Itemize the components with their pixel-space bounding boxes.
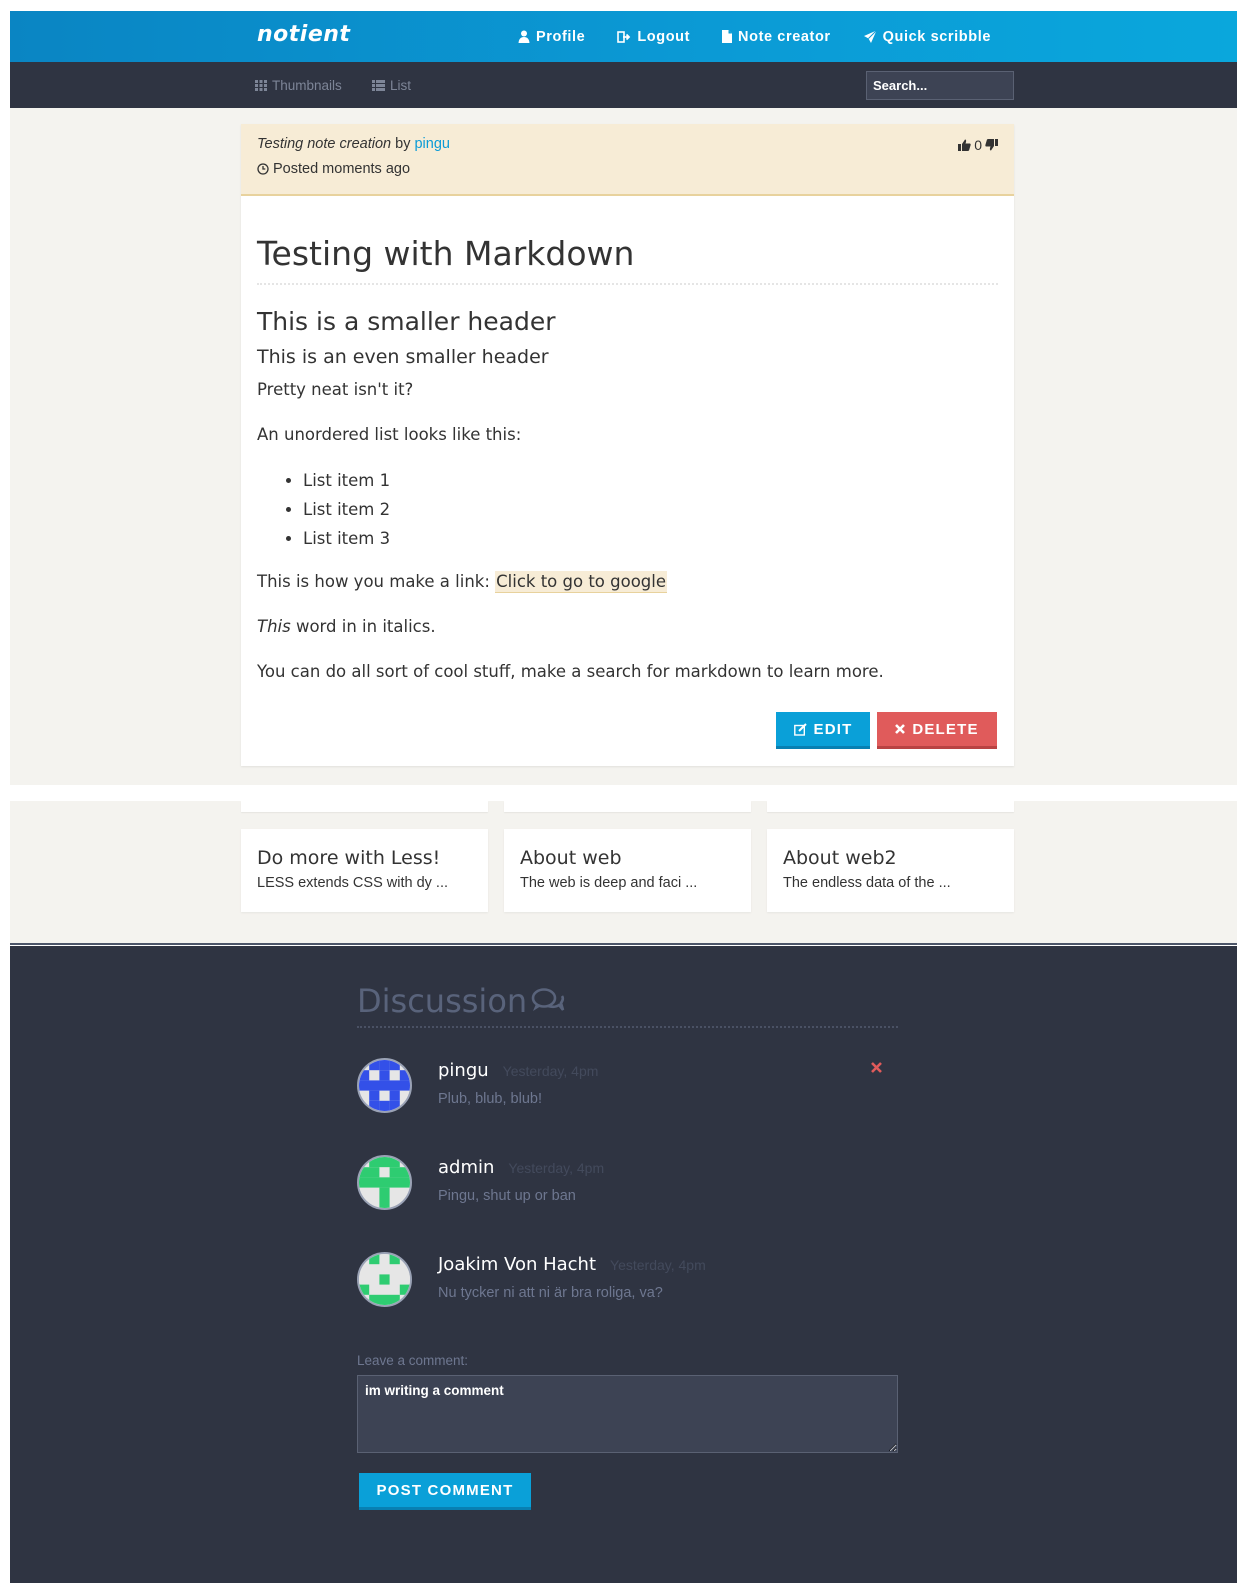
note-paragraph: Pretty neat isn't it? bbox=[257, 380, 414, 399]
note-title: Testing note creation bbox=[257, 136, 392, 152]
nav-logout-label: Logout bbox=[637, 28, 691, 45]
thumbs-down-icon[interactable] bbox=[985, 139, 998, 151]
comment-author-name: Joakim Von Hacht bbox=[438, 1254, 597, 1275]
related-note-card[interactable]: About web2 The endless data of the ... bbox=[767, 829, 1014, 912]
post-comment-button[interactable]: POST COMMENT bbox=[359, 1473, 531, 1510]
avatar bbox=[357, 1252, 412, 1307]
comment-author: Joakim Von Hacht Yesterday, 4pm bbox=[438, 1254, 706, 1275]
delete-button[interactable]: DELETE bbox=[877, 712, 997, 749]
nav-quick-scribble-label: Quick scribble bbox=[882, 28, 991, 45]
related-note-title: About web bbox=[520, 847, 622, 869]
discussion-section: Discussion pingu Yesterday, 4pm Plub, bl… bbox=[10, 946, 1237, 1583]
note-by: by bbox=[395, 136, 411, 152]
delete-label: DELETE bbox=[912, 720, 979, 738]
nav-profile-label: Profile bbox=[536, 28, 586, 45]
avatar bbox=[357, 1058, 412, 1113]
italic-rest: word in in italics. bbox=[290, 617, 436, 636]
google-link[interactable]: Click to go to google bbox=[495, 571, 668, 593]
search-input[interactable] bbox=[866, 71, 1014, 100]
rocket-icon bbox=[863, 29, 877, 43]
note-author-link[interactable]: pingu bbox=[414, 136, 449, 152]
list-item: List item 3 bbox=[303, 524, 998, 553]
edit-button[interactable]: EDIT bbox=[776, 712, 870, 749]
edit-label: EDIT bbox=[813, 720, 853, 738]
related-note-card[interactable]: About web The web is deep and faci ... bbox=[504, 829, 751, 912]
comment-author-name: admin bbox=[438, 1157, 495, 1178]
note-link-paragraph: This is how you make a link: Click to go… bbox=[257, 571, 998, 593]
view-list-toggle[interactable]: List bbox=[372, 62, 411, 108]
discussion-title: Discussion bbox=[357, 982, 898, 1028]
note-italic-paragraph: This word in in italics. bbox=[257, 616, 998, 638]
comment: Joakim Von Hacht Yesterday, 4pm Nu tycke… bbox=[357, 1252, 898, 1312]
note-list: List item 1 List item 2 List item 3 bbox=[303, 466, 998, 553]
related-card-edge bbox=[504, 801, 751, 812]
comment-author: admin Yesterday, 4pm bbox=[438, 1157, 604, 1178]
note-heading-1: Testing with Markdown bbox=[257, 234, 998, 285]
vote-box: 0 bbox=[958, 137, 998, 153]
note-paragraph: You can do all sort of cool stuff, make … bbox=[257, 662, 884, 681]
brand-logo[interactable]: notient bbox=[257, 22, 350, 47]
avatar bbox=[357, 1155, 412, 1210]
related-note-excerpt: The endless data of the ... bbox=[783, 875, 951, 891]
logout-icon bbox=[617, 30, 631, 43]
link-prefix: This is how you make a link: bbox=[257, 572, 496, 591]
related-note-excerpt: The web is deep and faci ... bbox=[520, 875, 698, 891]
vote-count: 0 bbox=[974, 137, 982, 153]
related-note-title: Do more with Less! bbox=[257, 847, 441, 869]
delete-comment-icon[interactable] bbox=[871, 1062, 882, 1073]
comment-text: Nu tycker ni att ni är bra roliga, va? bbox=[438, 1285, 663, 1301]
comment: pingu Yesterday, 4pm Plub, blub, blub! bbox=[357, 1058, 898, 1118]
nav-logout[interactable]: Logout bbox=[617, 29, 690, 45]
nav-note-creator[interactable]: Note creator bbox=[722, 29, 831, 45]
top-navbar: notient Profile Logout Note creator Quic… bbox=[10, 11, 1237, 62]
italic-word: This bbox=[257, 617, 291, 636]
main-nav: Profile Logout Note creator Quick scribb… bbox=[518, 11, 1023, 62]
note-body: Testing with Markdown This is a smaller … bbox=[241, 196, 1014, 683]
nav-profile[interactable]: Profile bbox=[518, 29, 585, 45]
nav-quick-scribble[interactable]: Quick scribble bbox=[863, 29, 991, 45]
edit-icon bbox=[793, 722, 807, 736]
related-card-edge bbox=[241, 801, 488, 812]
note-header: Testing note creation by pingu Posted mo… bbox=[241, 124, 1014, 196]
view-thumbnails-label: Thumbnails bbox=[272, 77, 342, 93]
close-icon bbox=[895, 724, 906, 734]
view-list-label: List bbox=[390, 77, 412, 93]
clock-icon bbox=[257, 163, 269, 175]
comment-time: Yesterday, 4pm bbox=[508, 1160, 605, 1176]
note-paragraph: An unordered list looks like this: bbox=[257, 425, 522, 444]
comment-author: pingu Yesterday, 4pm bbox=[438, 1060, 598, 1081]
file-icon bbox=[722, 30, 733, 43]
comment-textarea[interactable]: im writing a comment bbox=[357, 1375, 898, 1453]
grid-icon bbox=[255, 79, 267, 91]
view-thumbnails-toggle[interactable]: Thumbnails bbox=[255, 62, 342, 108]
note-posted-text: Posted moments ago bbox=[273, 161, 411, 177]
comment-time: Yesterday, 4pm bbox=[610, 1257, 706, 1273]
related-note-card[interactable]: Do more with Less! LESS extends CSS with… bbox=[241, 829, 488, 912]
related-card-edge bbox=[767, 801, 1014, 812]
leave-comment-label: Leave a comment: bbox=[357, 1353, 469, 1368]
thumbs-up-icon[interactable] bbox=[958, 139, 971, 151]
note-heading-2: This is a smaller header bbox=[257, 307, 556, 336]
nav-note-creator-label: Note creator bbox=[738, 28, 831, 45]
list-icon bbox=[372, 79, 385, 91]
comment: admin Yesterday, 4pm Pingu, shut up or b… bbox=[357, 1155, 898, 1215]
comment-author-name: pingu bbox=[438, 1060, 489, 1081]
comments-icon bbox=[531, 988, 565, 1011]
user-icon bbox=[518, 30, 530, 43]
related-note-title: About web2 bbox=[783, 847, 897, 869]
note-meta: Testing note creation by pingu bbox=[257, 136, 998, 152]
list-item: List item 1 bbox=[303, 466, 998, 495]
list-item: List item 2 bbox=[303, 495, 998, 524]
note-card: Testing note creation by pingu Posted mo… bbox=[241, 124, 1014, 766]
view-toolbar: Thumbnails List bbox=[10, 62, 1237, 108]
note-heading-3: This is an even smaller header bbox=[257, 346, 549, 368]
discussion-title-text: Discussion bbox=[357, 982, 528, 1020]
related-note-excerpt: LESS extends CSS with dy ... bbox=[257, 875, 449, 891]
comment-text: Plub, blub, blub! bbox=[438, 1091, 542, 1107]
comment-text: Pingu, shut up or ban bbox=[438, 1188, 576, 1204]
note-posted: Posted moments ago bbox=[257, 161, 998, 177]
comment-time: Yesterday, 4pm bbox=[502, 1063, 599, 1079]
